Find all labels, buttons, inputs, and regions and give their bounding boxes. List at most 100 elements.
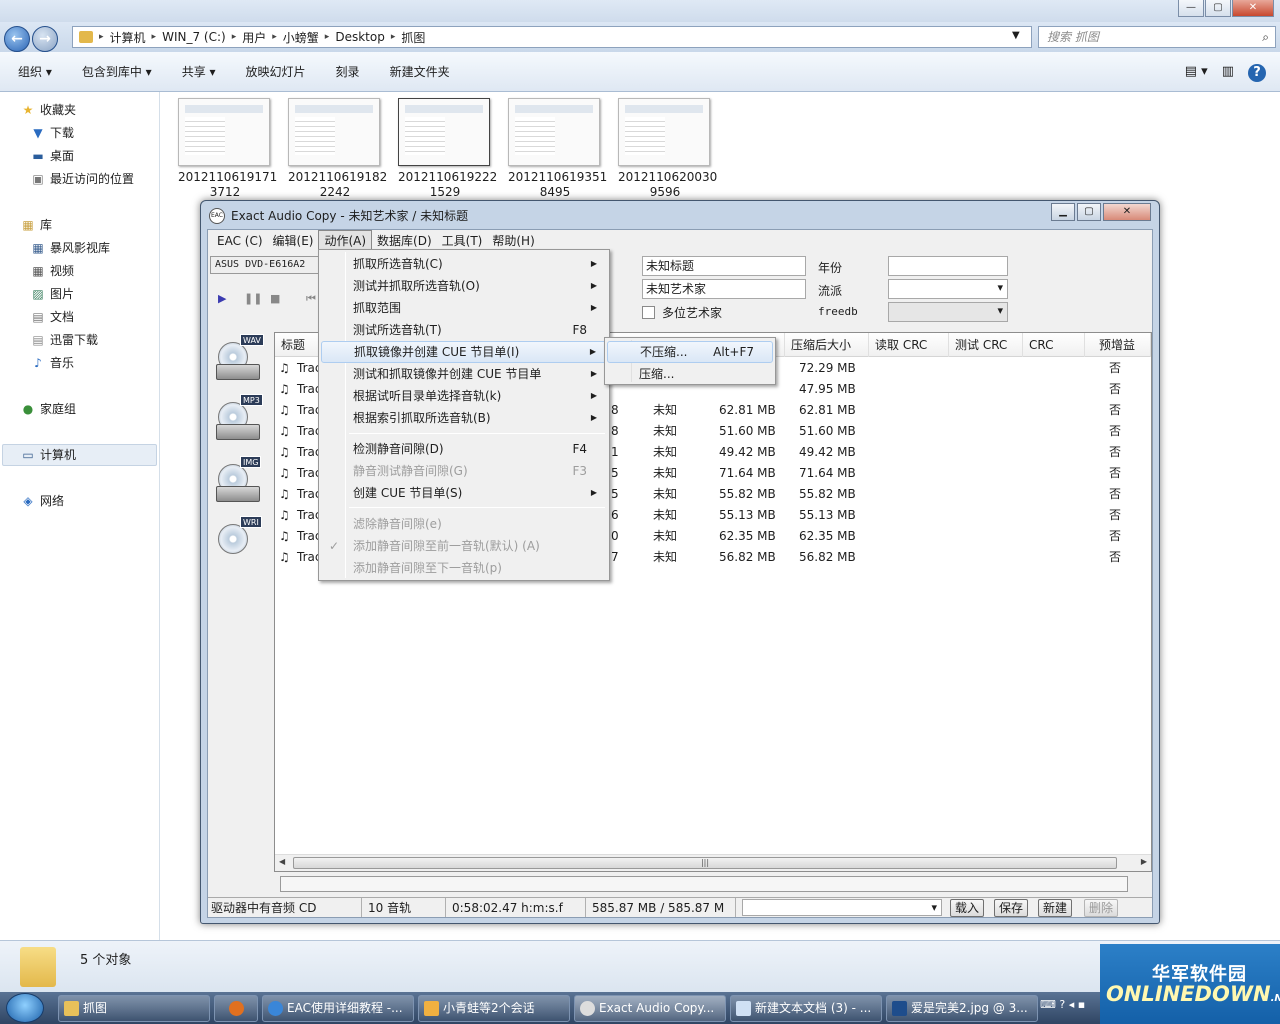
taskbar-item-photoshop[interactable]: 爱是完美2.jpg @ 3... [886,995,1038,1022]
maximize-button[interactable]: ▢ [1205,0,1231,17]
action-menu-item[interactable]: 抓取范围 ▶ [321,297,607,319]
view-options-icon[interactable]: ▤ ▾ [1185,64,1208,82]
file-thumbnail[interactable]: 2012110619351 8495 [508,98,607,200]
eac-maximize-button[interactable]: ▢ [1077,203,1101,221]
year-field[interactable] [888,256,1008,276]
system-tray[interactable]: ⌨ ? ◂ ▪ [1040,998,1085,1011]
breadcrumb-separator-icon[interactable]: ▸ [391,32,396,42]
nav-network[interactable]: ◈ 网络 [20,491,64,511]
file-thumbnail[interactable]: 2012110619182 2242 [288,98,387,200]
action-menu-item[interactable]: 根据试听目录单选择音轨(k) ▶ [321,385,607,407]
menu-eac[interactable]: EAC (C) [212,230,268,252]
delete-button[interactable]: 删除 [1084,899,1118,917]
eac-close-button[interactable]: ✕ [1103,203,1151,221]
column-read-crc[interactable]: 读取 CRC [869,333,949,357]
nav-desktop[interactable]: ▬ 桌面 [30,146,74,166]
toolbar-slideshow[interactable]: 放映幻灯片 [246,63,306,80]
action-menu-item[interactable]: 根据索引抓取所选音轨(B) ▶ [321,407,607,429]
action-menu-item[interactable]: 滤除静音间隙(e) [321,513,607,535]
nav-computer[interactable]: ▭ 计算机 [20,445,76,465]
help-icon[interactable]: ? [1248,64,1266,82]
toolbar-share[interactable]: 共享 ▾ [182,63,216,80]
breadcrumb-item[interactable]: 用户 [242,29,266,46]
action-menu-item[interactable]: 添加静音间隙至下一音轨(p) [321,557,607,579]
submenu-compressed[interactable]: 压缩... [607,363,773,385]
breadcrumb-item[interactable]: WIN_7 (C:) [162,30,226,44]
search-input[interactable]: 搜索 抓图 ⌕ [1038,26,1276,48]
breadcrumb-separator-icon[interactable]: ▸ [272,32,277,42]
copy-wav-icon[interactable]: WAV [216,334,268,384]
action-menu-item[interactable]: 检测静音间隙(D) F4 [321,438,607,460]
breadcrumb-separator-icon[interactable]: ▸ [325,32,330,42]
breadcrumb-item[interactable]: Desktop [335,30,385,44]
minimize-button[interactable]: — [1178,0,1204,17]
nav-thunder-downloads[interactable]: ▤ 迅雷下载 [30,330,98,350]
action-menu-item[interactable]: 测试并抓取所选音轨(O) ▶ [321,275,607,297]
close-button[interactable]: ✕ [1232,0,1274,17]
action-menu-item[interactable]: 测试所选音轨(T) F8 [321,319,607,341]
copy-mp3-icon[interactable]: MP3 [216,394,268,444]
write-cd-icon[interactable]: WRI [216,516,268,566]
toolbar-organize[interactable]: 组织 ▾ [18,63,52,80]
action-menu-item[interactable]: 抓取镜像并创建 CUE 节目单(I) ▶ [321,341,607,363]
start-button[interactable] [6,993,44,1023]
address-bar[interactable]: ▸ 计算机 ▸ WIN_7 (C:) ▸ 用户 ▸ 小螃蟹 ▸ Desktop ▸ 抓图 [72,26,1032,48]
nav-videos[interactable]: ▦ 视频 [30,261,74,281]
prev-track-icon[interactable]: ⏮ [306,292,316,306]
eac-minimize-button[interactable]: ▁ [1051,203,1075,221]
nav-favorites[interactable]: ★ 收藏夹 [20,100,76,120]
nav-libraries[interactable]: ▦ 库 [20,215,52,235]
column-pregain[interactable]: 预增益 [1085,333,1151,357]
taskbar-item-eac[interactable]: Exact Audio Copy... [574,995,726,1022]
nav-pictures[interactable]: ▨ 图片 [30,284,74,304]
album-title-field[interactable]: 未知标题 [642,256,806,276]
column-test-crc[interactable]: 测试 CRC [949,333,1023,357]
pause-icon[interactable]: ❚❚ [244,292,262,305]
column-compressed-size[interactable]: 压缩后大小 [785,333,869,357]
breadcrumb-item[interactable]: 小螃蟹 [283,29,319,46]
save-button[interactable]: 保存 [994,899,1028,917]
status-dropdown[interactable] [742,899,942,916]
scroll-right-icon[interactable]: ▶ [1141,857,1147,866]
genre-dropdown[interactable] [888,279,1008,299]
breadcrumb-item[interactable]: 抓图 [401,29,425,46]
toolbar-new-folder[interactable]: 新建文件夹 [390,63,450,80]
file-thumbnail[interactable]: 2012110620030 9596 [618,98,717,200]
scrollbar-thumb[interactable]: ||| [293,857,1117,869]
taskbar-item-explorer[interactable]: 抓图 [58,995,210,1022]
preview-pane-icon[interactable]: ▥ [1222,64,1234,82]
action-menu-item[interactable]: 创建 CUE 节目单(S) ▶ [321,482,607,504]
scroll-left-icon[interactable]: ◀ [279,857,285,866]
taskbar-item-firefox[interactable] [214,995,258,1022]
album-artist-field[interactable]: 未知艺术家 [642,279,806,299]
nav-music[interactable]: ♪ 音乐 [30,353,74,373]
column-crc[interactable]: CRC [1023,333,1085,357]
load-button[interactable]: 载入 [950,899,984,917]
breadcrumb-item[interactable]: 计算机 [110,29,146,46]
forward-button[interactable]: → [32,26,58,52]
horizontal-scrollbar[interactable]: ◀ ||| ▶ [275,854,1151,871]
nav-documents[interactable]: ▤ 文档 [30,307,74,327]
stop-icon[interactable]: ■ [270,292,280,305]
nav-homegroup[interactable]: ● 家庭组 [20,399,76,419]
toolbar-burn[interactable]: 刻录 [336,63,360,80]
toolbar-include-library[interactable]: 包含到库中 ▾ [82,63,152,80]
nav-recent[interactable]: ▣ 最近访问的位置 [30,169,134,189]
breadcrumb-separator-icon[interactable]: ▸ [99,32,104,42]
breadcrumb-separator-icon[interactable]: ▸ [152,32,157,42]
breadcrumb-separator-icon[interactable]: ▸ [232,32,237,42]
taskbar-item-chat[interactable]: 小青蛙等2个会话 [418,995,570,1022]
action-menu-item[interactable]: 测试和抓取镜像并创建 CUE 节目单 ▶ [321,363,607,385]
new-button[interactable]: 新建 [1038,899,1072,917]
nav-downloads[interactable]: ▼ 下载 [30,123,74,143]
taskbar-item-browser[interactable]: EAC使用详细教程 -... [262,995,414,1022]
taskbar-item-notepad[interactable]: 新建文本文档 (3) - ... [730,995,882,1022]
chevron-down-icon[interactable]: ▼ [1012,30,1020,41]
file-thumbnail[interactable]: 2012110619171 3712 [178,98,277,200]
action-menu-item[interactable]: ✓ 添加静音间隙至前一音轨(默认) (A) [321,535,607,557]
action-menu-item[interactable]: 抓取所选音轨(C) ▶ [321,253,607,275]
nav-storm-library[interactable]: ▦ 暴风影视库 [30,238,110,258]
freedb-dropdown[interactable] [888,302,1008,322]
multi-artist-checkbox[interactable] [642,306,655,319]
action-menu-item[interactable]: 静音测试静音间隙(G) F3 [321,460,607,482]
